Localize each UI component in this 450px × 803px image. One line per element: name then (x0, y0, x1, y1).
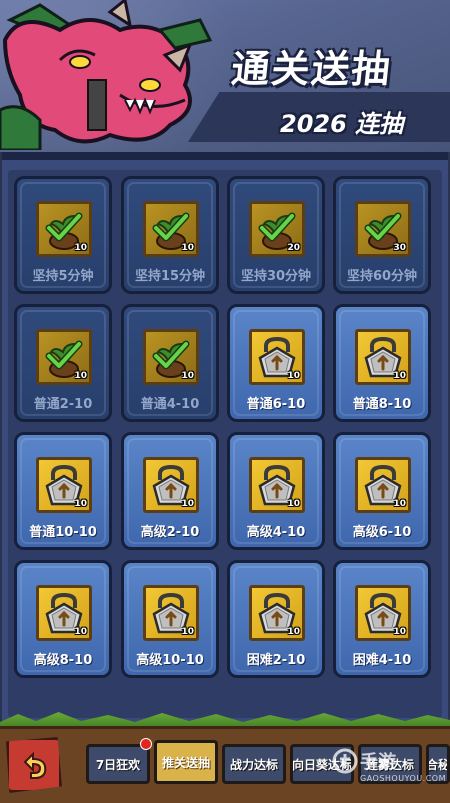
reward-card[interactable]: 30 坚持60分钟 (333, 176, 431, 294)
reward-tile: 10 (143, 457, 199, 513)
reward-card[interactable]: 10 普通2-10 (14, 304, 112, 422)
reward-label: 普通8-10 (352, 397, 412, 412)
reward-label: 困难2-10 (246, 653, 306, 668)
reward-count: 10 (181, 371, 194, 381)
reward-tile: 10 (36, 201, 92, 257)
reward-card[interactable]: 10 高级2-10 (121, 432, 219, 550)
notification-badge (140, 738, 152, 750)
reward-label: 普通6-10 (246, 397, 306, 412)
reward-label: 高级8-10 (33, 653, 93, 668)
watermark-title: 手游 (360, 752, 396, 773)
reward-card[interactable]: 10 高级6-10 (333, 432, 431, 550)
reward-card[interactable]: 10 高级8-10 (14, 560, 112, 678)
reward-card[interactable]: 10 困难4-10 (333, 560, 431, 678)
reward-tile: 10 (36, 457, 92, 513)
reward-label: 高级2-10 (140, 525, 200, 540)
reward-count: 10 (74, 499, 87, 509)
reward-count: 10 (181, 627, 194, 637)
reward-tile: 10 (143, 585, 199, 641)
reward-count: 10 (74, 243, 87, 253)
reward-tile: 10 (36, 329, 92, 385)
watermark-logo-icon (332, 748, 358, 774)
reward-tile: 10 (355, 329, 411, 385)
reward-label: 高级4-10 (246, 525, 306, 540)
reward-card[interactable]: 10 坚持5分钟 (14, 176, 112, 294)
reward-count: 10 (393, 499, 406, 509)
reward-label: 高级6-10 (352, 525, 412, 540)
tab-1[interactable]: 7日狂欢 (86, 744, 150, 784)
reward-count: 10 (181, 243, 194, 253)
reward-tile: 10 (249, 457, 305, 513)
reward-count: 10 (287, 499, 300, 509)
reward-label: 普通4-10 (140, 397, 200, 412)
site-watermark: 手游 GAOSHOUYOU.COM (330, 744, 450, 800)
reward-tile: 10 (355, 457, 411, 513)
back-button[interactable] (6, 737, 62, 793)
reward-card[interactable]: 10 高级10-10 (121, 560, 219, 678)
reward-count: 30 (393, 243, 406, 253)
reward-card[interactable]: 20 坚持30分钟 (227, 176, 325, 294)
reward-label: 困难4-10 (352, 653, 412, 668)
reward-card[interactable]: 10 坚持15分钟 (121, 176, 219, 294)
reward-label: 高级10-10 (136, 653, 204, 668)
reward-tile: 10 (355, 585, 411, 641)
reward-tile: 10 (36, 585, 92, 641)
reward-count: 10 (287, 371, 300, 381)
reward-count: 10 (74, 627, 87, 637)
tab-3[interactable]: 战力达标 (222, 744, 286, 784)
reward-tile: 30 (355, 201, 411, 257)
event-title: 通关送抽 (229, 47, 394, 91)
reward-count: 20 (287, 243, 300, 253)
reward-count: 10 (393, 627, 406, 637)
dragon-mascot-icon (0, 0, 213, 150)
reward-label: 坚持60分钟 (346, 269, 418, 284)
reward-count: 10 (287, 627, 300, 637)
reward-tile: 20 (249, 201, 305, 257)
reward-card[interactable]: 10 普通4-10 (121, 304, 219, 422)
reward-card[interactable]: 10 高级4-10 (227, 432, 325, 550)
reward-count: 10 (74, 371, 87, 381)
reward-label: 坚持5分钟 (32, 269, 94, 284)
back-arrow-icon (23, 751, 47, 779)
reward-tile: 10 (143, 329, 199, 385)
watermark-url: GAOSHOUYOU.COM (360, 774, 447, 783)
tab-2[interactable]: 推关送抽 (154, 740, 218, 784)
reward-label: 普通2-10 (33, 397, 93, 412)
reward-tile: 10 (143, 201, 199, 257)
reward-tile: 10 (249, 585, 305, 641)
reward-card[interactable]: 10 普通8-10 (333, 304, 431, 422)
reward-card[interactable]: 10 困难2-10 (227, 560, 325, 678)
reward-count: 10 (393, 371, 406, 381)
reward-label: 普通10-10 (29, 525, 97, 540)
reward-tile: 10 (249, 329, 305, 385)
reward-label: 坚持15分钟 (134, 269, 206, 284)
event-subtitle: 2026 连抽 (280, 110, 404, 138)
reward-label: 坚持30分钟 (240, 269, 312, 284)
reward-card[interactable]: 10 普通6-10 (227, 304, 325, 422)
reward-count: 10 (181, 499, 194, 509)
reward-card[interactable]: 10 普通10-10 (14, 432, 112, 550)
event-banner: 通关送抽 2026 连抽 (0, 0, 450, 152)
